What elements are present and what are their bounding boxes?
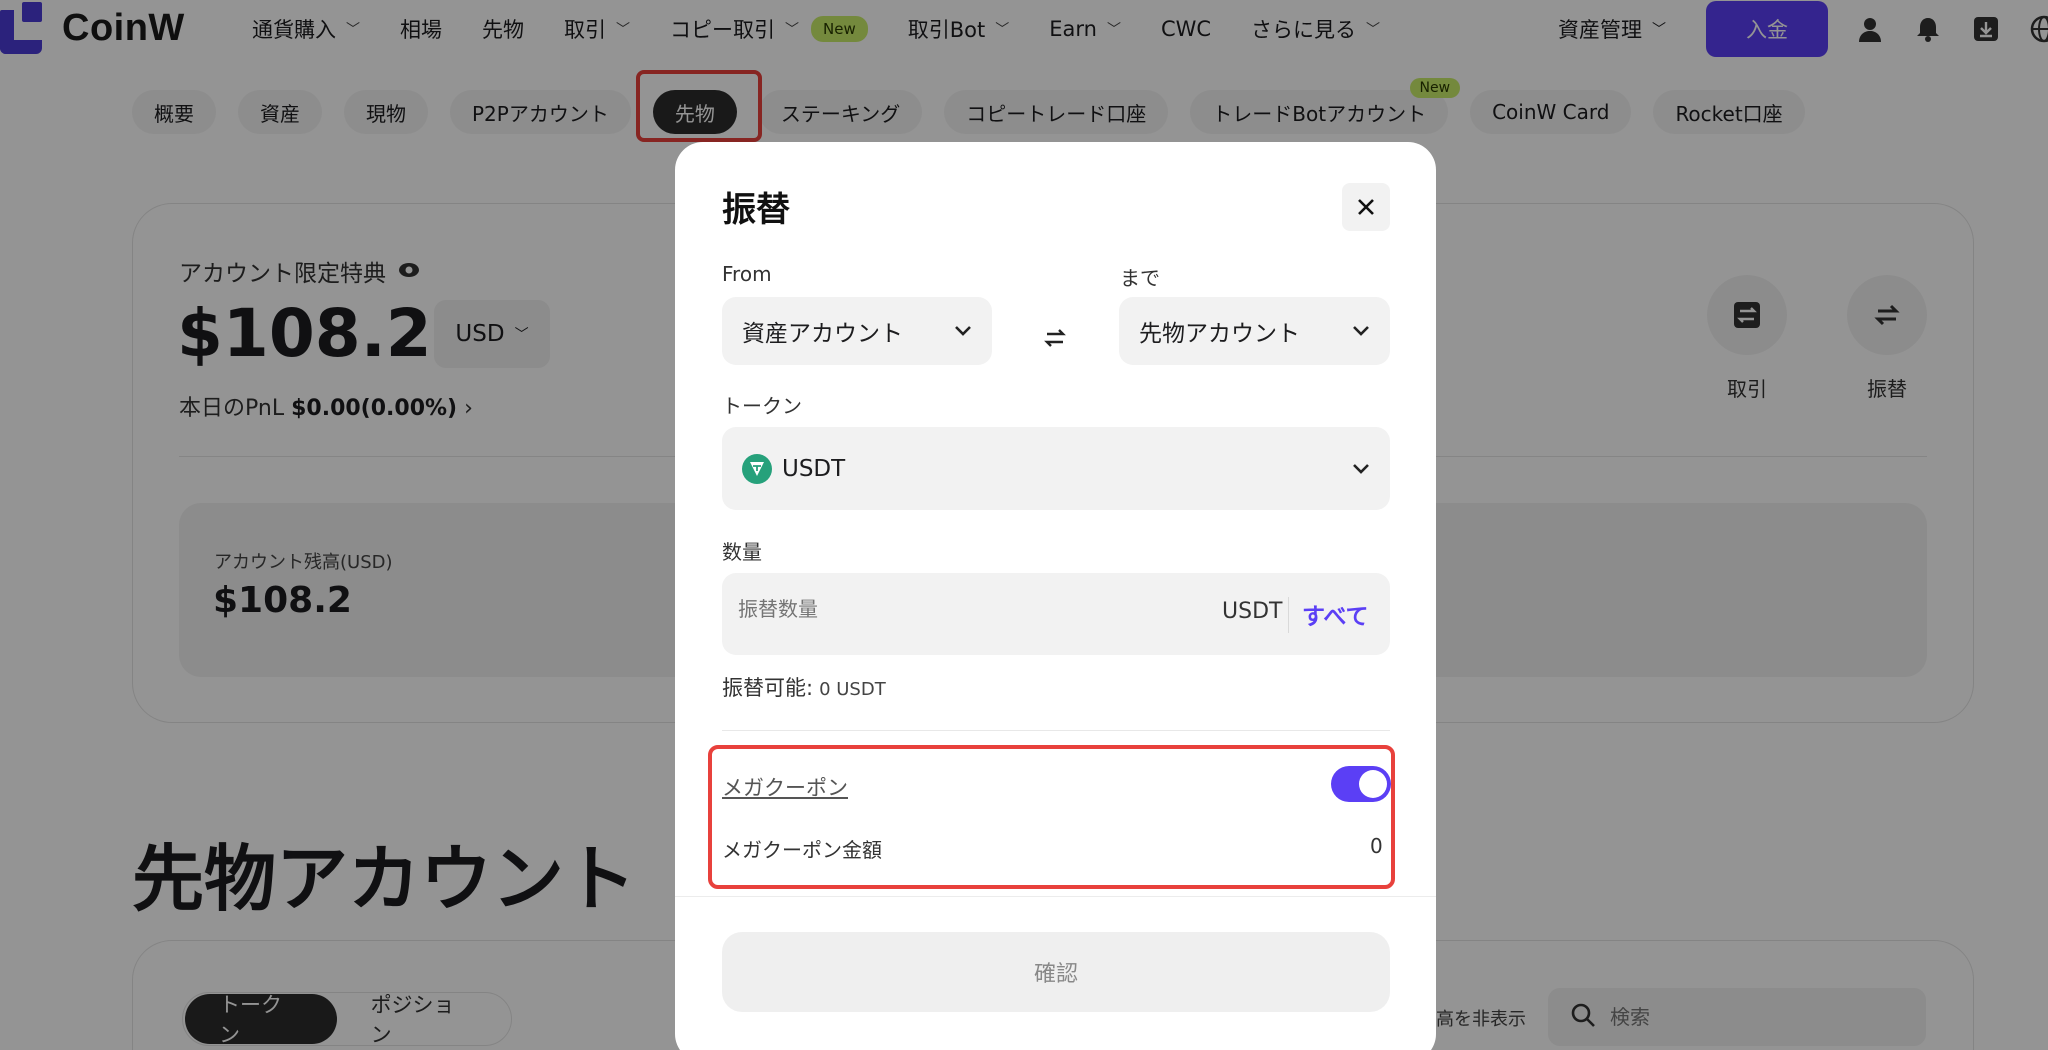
modal-title: 振替: [722, 190, 790, 230]
coupon-highlight: [708, 745, 1395, 889]
confirm-button[interactable]: 確認: [722, 932, 1390, 1012]
amount-input[interactable]: [738, 597, 1118, 621]
divider: [722, 730, 1390, 731]
token-value: USDT: [782, 455, 846, 482]
to-label: まで: [1120, 266, 1160, 290]
token-select[interactable]: USDT: [722, 427, 1390, 510]
chevron-down-icon: [1352, 427, 1370, 510]
toggle-knob: [1359, 770, 1387, 798]
from-account-select[interactable]: 資産アカウント: [722, 297, 992, 365]
available-label: 振替可能:: [722, 676, 814, 700]
transfer-modal: 振替 From まで 資産アカウント 先物アカウント トークン USDT 数量 …: [675, 142, 1436, 1050]
coupon-amount-label: メガクーポン金額: [722, 838, 882, 862]
from-label: From: [722, 262, 772, 286]
max-amount-button[interactable]: すべて: [1302, 597, 1368, 631]
from-account-value: 資産アカウント: [742, 321, 903, 347]
usdt-icon: [742, 453, 772, 484]
token-label: トークン: [722, 394, 802, 418]
amount-unit: USDT: [1222, 599, 1283, 624]
amount-field: USDT すべて: [722, 573, 1390, 655]
close-button[interactable]: [1342, 183, 1390, 231]
to-account-select[interactable]: 先物アカウント: [1119, 297, 1390, 365]
available-value: 0 USDT: [819, 679, 886, 700]
divider: [1288, 597, 1289, 633]
close-icon: [1358, 199, 1374, 215]
chevron-down-icon: [954, 297, 972, 365]
mega-coupon-link[interactable]: メガクーポン: [722, 772, 848, 802]
amount-label: 数量: [722, 540, 762, 564]
swap-icon: [1044, 329, 1066, 347]
mega-coupon-toggle[interactable]: [1331, 766, 1391, 802]
divider: [675, 896, 1436, 897]
to-account-value: 先物アカウント: [1139, 321, 1300, 347]
coupon-amount-value: 0: [1370, 834, 1383, 858]
swap-accounts-button[interactable]: [1040, 323, 1070, 353]
available-amount: 振替可能: 0 USDT: [722, 672, 886, 702]
chevron-down-icon: [1352, 297, 1370, 365]
